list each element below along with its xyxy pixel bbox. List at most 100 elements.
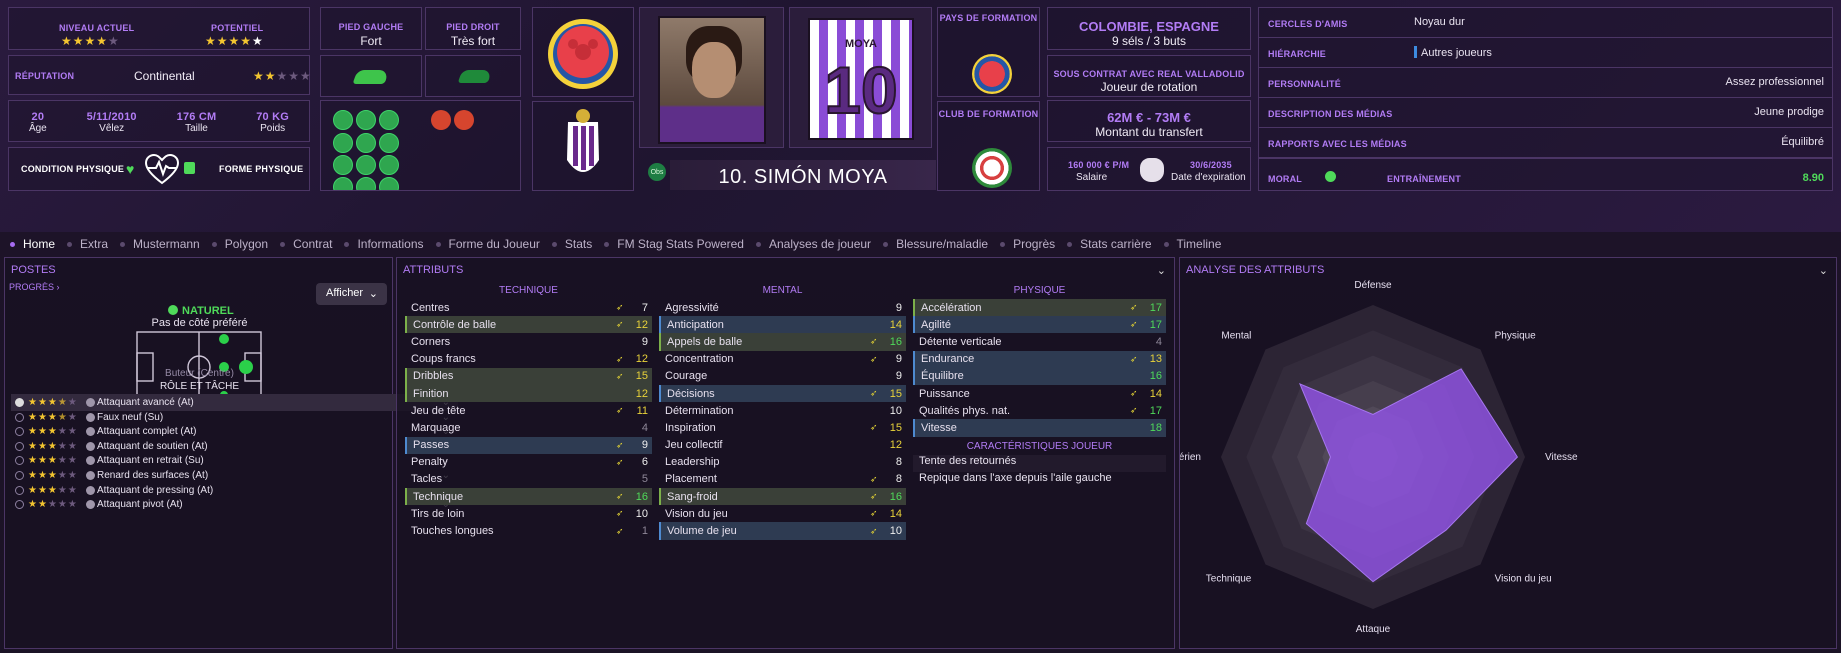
potential-stars: ★★★★★ <box>205 34 264 48</box>
attribute-name: Agressivité <box>665 301 719 314</box>
mental-column: MENTAL Agressivité 9 Anticipation 14 Appels … <box>659 285 906 540</box>
obs-badge[interactable]: Obs <box>648 163 666 181</box>
tab-forme-du-joueur[interactable]: Forme du Joueur <box>435 237 540 251</box>
attribute-name: Passes <box>413 439 450 452</box>
trait-star-icon[interactable] <box>379 110 399 130</box>
role-radio[interactable] <box>15 456 24 466</box>
attribute-value: 9 <box>895 370 902 383</box>
attribute-value: 14 <box>1149 387 1162 400</box>
training-label: ENTRAÎNEMENT <box>1387 174 1461 184</box>
attribute-name: Penalty <box>411 456 448 469</box>
attribute-row: Sang-froid ➶ 16 <box>659 488 906 506</box>
tab-extra[interactable]: Extra <box>67 237 108 251</box>
radar-axis-label: Attaque <box>1356 624 1391 635</box>
bio-label: Âge <box>28 123 47 134</box>
role-radio[interactable] <box>15 471 24 480</box>
tab-fm-stag-stats-powered[interactable]: FM Stag Stats Powered <box>604 237 744 251</box>
role-radio[interactable] <box>15 398 24 407</box>
personal-row: RAPPORTS AVEC LES MÉDIAS Équilibré <box>1259 128 1832 158</box>
shirt-image: MOYA 10 <box>808 18 914 140</box>
attribute-row: Détente verticale 4 <box>913 333 1166 350</box>
show-dropdown[interactable]: Afficher ⌄ <box>316 283 387 305</box>
trait-icon[interactable] <box>333 155 353 175</box>
ability-box: NIVEAU ACTUEL ★★★★★ POTENTIEL ★★★★★ <box>8 7 310 50</box>
attribute-value: 10 <box>889 404 902 417</box>
attribute-name: Coups francs <box>411 353 476 366</box>
attribute-row: Dribbles ➶ 15 <box>405 367 652 385</box>
attribute-name: Puissance <box>919 387 970 400</box>
bio-box: 20 Âge 5/11/2010 Vêlez 176 CM Taille 70 KG Poid… <box>8 100 310 142</box>
attribute-value: 6 <box>641 456 648 469</box>
tab-analyses-de-joueur[interactable]: Analyses de joueur <box>755 237 871 251</box>
attribute-row: Coups francs ➶ 12 <box>405 351 652 368</box>
tab-polygon[interactable]: Polygon <box>211 237 268 251</box>
reputation-value: Continental <box>134 69 195 83</box>
trait-icon[interactable] <box>379 177 399 190</box>
attribute-value: 18 <box>1149 421 1162 434</box>
radar-axis-label: Vitesse <box>1545 452 1578 463</box>
contract-box: SOUS CONTRAT AVEC REAL VALLADOLID Joueur… <box>1047 55 1251 97</box>
trait-icon[interactable] <box>356 110 376 130</box>
right-foot-value: Très fort <box>450 34 496 48</box>
attribute-row: Endurance ➶ 13 <box>913 350 1166 368</box>
attribute-name: Jeu collectif <box>665 439 723 452</box>
radar-axis-label: Jeu aérien <box>1180 452 1201 463</box>
bio-label: Taille <box>185 123 208 134</box>
improve-arrow-icon: ➶ <box>616 353 624 364</box>
trait-red-icon[interactable] <box>454 110 474 130</box>
tab-timeline[interactable]: Timeline <box>1163 237 1221 251</box>
trait-red-icon[interactable] <box>431 110 451 130</box>
role-radio[interactable] <box>15 485 24 495</box>
personal-row: HIÉRARCHIE Autres joueurs <box>1259 38 1832 68</box>
trait-icon[interactable] <box>379 155 399 175</box>
tab-informations[interactable]: Informations <box>344 237 424 251</box>
progress-link[interactable]: PROGRÈS › <box>9 282 60 292</box>
role-radio[interactable] <box>15 412 24 422</box>
attribute-name: Tirs de loin <box>411 507 465 520</box>
tab-stats-carri-re[interactable]: Stats carrière <box>1067 237 1152 251</box>
attribute-value: 12 <box>635 353 648 366</box>
attribute-row: Équilibre 16 <box>913 367 1166 385</box>
attribute-row: Agressivité 9 <box>659 299 906 316</box>
role-radio[interactable] <box>15 441 24 451</box>
trait-icon[interactable] <box>333 133 353 153</box>
trait-icon[interactable] <box>356 155 376 175</box>
trait-icon[interactable] <box>379 133 399 153</box>
attribute-row: Courage 9 <box>659 368 906 385</box>
trait-icon[interactable] <box>333 177 353 190</box>
attribute-value: 16 <box>889 335 902 348</box>
attribute-value: 1 <box>641 525 648 538</box>
trait-icon[interactable] <box>356 177 376 190</box>
tab-stats[interactable]: Stats <box>551 237 592 251</box>
attribute-value: 17 <box>1149 404 1162 417</box>
tab-mustermann[interactable]: Mustermann <box>120 237 200 251</box>
improve-arrow-icon: ➶ <box>870 422 878 433</box>
tab-contrat[interactable]: Contrat <box>280 237 332 251</box>
chevron-down-icon[interactable]: ⌄ <box>1157 264 1166 277</box>
wage-value: 160 000 € P/M <box>1068 160 1130 170</box>
left-foot-value: Fort <box>360 34 382 48</box>
attribute-name: Appels de balle <box>667 335 743 348</box>
improve-arrow-icon: ➶ <box>616 319 624 330</box>
role-radio[interactable] <box>15 427 24 437</box>
attribute-value: 16 <box>1149 370 1162 383</box>
left-boot-icon <box>352 70 390 84</box>
tab-blessure-maladie[interactable]: Blessure/maladie <box>883 237 988 251</box>
info-icon <box>86 398 95 407</box>
attribute-row: Accélération ➶ 17 <box>913 299 1166 317</box>
attribute-row: Penalty ➶ 6 <box>405 454 652 471</box>
tab-home[interactable]: Home <box>10 237 55 251</box>
mental-title: MENTAL <box>762 285 803 296</box>
role-row[interactable]: ★★★★★Attaquant pivot (At)⌄ <box>11 496 458 513</box>
shirt-box: MOYA 10 <box>789 7 932 148</box>
improve-arrow-icon: ➶ <box>870 353 878 364</box>
trait-icon[interactable] <box>333 110 353 130</box>
attribute-row: Leadership 8 <box>659 454 906 471</box>
info-icon <box>86 427 95 437</box>
tab-progr-s[interactable]: Progrès <box>1000 237 1055 251</box>
trait-icon[interactable] <box>356 133 376 153</box>
role-radio[interactable] <box>15 500 24 510</box>
right-boot-icon <box>457 70 493 83</box>
player-profile-screen: NIVEAU ACTUEL ★★★★★ POTENTIEL ★★★★★ RÉPU… <box>0 0 1841 653</box>
personal-row: DESCRIPTION DES MÉDIAS Jeune prodige <box>1259 98 1832 128</box>
